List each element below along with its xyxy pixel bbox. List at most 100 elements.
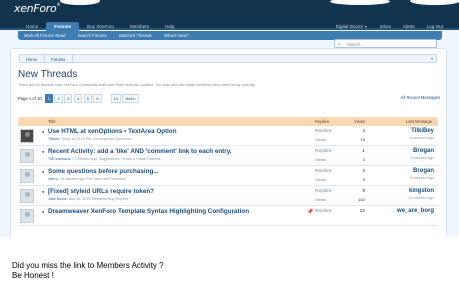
site-logo[interactable]: xenForo®: [14, 2, 60, 15]
unread-icon: ●: [42, 189, 45, 194]
views-label: Views:: [315, 157, 327, 162]
thread-title[interactable]: Use HTML at xenOptions • TextArea Option: [48, 128, 177, 135]
page-link[interactable]: 5: [83, 94, 92, 103]
page-link[interactable]: 3: [64, 94, 73, 103]
thread-title[interactable]: Dreamweaver XenForo Template Syntax High…: [48, 208, 249, 215]
last-post-time[interactable]: 11 minutes ago: [408, 196, 434, 200]
page-count-label: Page 1 of 10: [18, 96, 42, 101]
unread-icon: ●: [42, 209, 45, 214]
caption-line-2: Be Honest !: [12, 271, 54, 280]
thread-meta-detail: Nov 30, 2010, Resolved Bug Reports: [67, 197, 129, 201]
tab-buy-xenforo[interactable]: Buy XenForo: [79, 22, 122, 31]
avatar[interactable]: [20, 169, 34, 183]
replies-count: 15: [359, 209, 365, 214]
inbox-link[interactable]: Inbox: [374, 22, 397, 31]
thread-title[interactable]: [Fixed] styleid URLs require token?: [48, 188, 154, 195]
breadcrumb-menu-icon[interactable]: ▾: [431, 56, 433, 61]
views-label: Views:: [315, 137, 327, 142]
thread-author[interactable]: Tilkiber,: [48, 137, 60, 141]
logo-text: xenForo: [14, 2, 57, 15]
search-input[interactable]: ⌕ Search...: [334, 39, 437, 48]
thread-meta: TMCcadmans, 17 minutes ago, Suggestions:…: [48, 157, 160, 161]
last-message: Brogan 6 minutes ago: [410, 168, 434, 180]
tab-help[interactable]: Help: [157, 22, 182, 31]
unread-icon: ●: [42, 169, 45, 174]
page-link[interactable]: 6: [93, 94, 102, 103]
search-icon: ⌕: [338, 41, 341, 47]
replies-label: Replies:: [315, 129, 333, 134]
last-poster[interactable]: Brogan: [410, 168, 434, 174]
last-poster[interactable]: TilkiBey: [410, 128, 434, 134]
last-poster[interactable]: we_are_borg: [397, 208, 434, 214]
page-title: New Threads: [18, 69, 78, 80]
table-row: ● Dreamweaver XenForo Template Syntax Hi…: [18, 206, 438, 226]
page-link[interactable]: 1: [44, 94, 53, 103]
tab-members[interactable]: Members: [122, 22, 157, 31]
whats-new-link[interactable]: What's New?: [158, 31, 194, 38]
page-link[interactable]: 2: [54, 94, 63, 103]
last-post-time[interactable]: 3 minutes ago: [410, 156, 434, 160]
unread-icon: ●: [42, 149, 45, 154]
page-link[interactable]: 10: [110, 94, 121, 103]
replies-label: Replies:: [315, 149, 333, 154]
last-poster[interactable]: kingston: [408, 188, 434, 194]
next-page-button[interactable]: Next ›: [122, 94, 140, 103]
snow-decoration: [60, 0, 100, 5]
avatar[interactable]: [20, 129, 34, 143]
thread-author[interactable]: Sam's,: [48, 177, 59, 181]
thread-meta: Tilkiber, Today at 03:10 PM, Development…: [48, 137, 132, 141]
tab-forums[interactable]: Forums: [46, 22, 80, 31]
caption-line-1: Did you miss the link to Members Activit…: [12, 261, 164, 270]
views-label: Views:: [315, 197, 327, 202]
user-navigation: Digital Doctor▼ Inbox Alerts Log Out: [330, 22, 449, 31]
thread-meta: Jake Bunce, Nov 30, 2010, Resolved Bug R…: [48, 197, 128, 201]
last-post-time[interactable]: a moment ago: [410, 136, 434, 140]
replies-count: 9: [362, 189, 365, 194]
avatar[interactable]: [20, 189, 34, 203]
snow-decoration: [410, 0, 459, 5]
thread-title[interactable]: Some questions before purchasing...: [48, 168, 159, 175]
replies-count: 4: [362, 129, 365, 134]
replies-label: Replies:: [315, 189, 333, 194]
thread-author[interactable]: TMCcadmans,: [48, 157, 71, 161]
logout-link[interactable]: Log Out: [421, 22, 449, 31]
breadcrumb-home[interactable]: Home: [20, 55, 46, 62]
replies-label: Replies:: [315, 209, 333, 214]
search-forums-link[interactable]: Search Forums: [72, 31, 112, 38]
tab-home[interactable]: Home: [18, 22, 46, 31]
thread-title[interactable]: Recent Activity: add a 'like' AND 'comme…: [48, 148, 232, 155]
column-last-message[interactable]: Last Message: [406, 119, 432, 124]
pin-icon: 📌: [307, 209, 314, 215]
mark-forums-read-link[interactable]: Mark All Forums Read: [18, 31, 70, 38]
avatar[interactable]: [20, 209, 34, 223]
views-label: Views:: [315, 177, 327, 182]
table-row: ● Recent Activity: add a 'like' AND 'com…: [18, 146, 438, 166]
views-count: 15: [360, 137, 365, 142]
account-menu[interactable]: Digital Doctor▼: [330, 22, 374, 31]
logo-mark: ®: [56, 2, 61, 7]
thread-author[interactable]: Jake Bunce,: [48, 197, 68, 201]
main-content: Home Forums ▾ New Threads There are 44 t…: [10, 48, 447, 237]
column-title[interactable]: Title: [48, 119, 56, 124]
all-recent-messages-link[interactable]: All Recent Messages: [401, 95, 440, 100]
column-replies[interactable]: Replies: [315, 119, 329, 124]
caption: Did you miss the link to Members Activit…: [12, 261, 164, 281]
replies-label: Replies:: [315, 169, 333, 174]
page-description: There are 44 threads from XenForo Commun…: [18, 83, 256, 87]
column-views[interactable]: Views: [354, 119, 365, 124]
site-header: xenForo® Home Forums Buy XenForo Members…: [0, 0, 459, 31]
watched-threads-link[interactable]: Watched Threads: [113, 31, 157, 38]
unread-icon: ●: [42, 129, 45, 134]
breadcrumb-forums[interactable]: Forums: [45, 55, 74, 62]
last-message: Brogan 3 minutes ago: [410, 148, 434, 160]
last-post-time[interactable]: 6 minutes ago: [410, 176, 434, 180]
replies-count: 2: [362, 169, 365, 174]
table-row: ● Some questions before purchasing... Sa…: [18, 166, 438, 186]
page-link[interactable]: 4: [73, 94, 83, 103]
last-poster[interactable]: Brogan: [410, 148, 434, 154]
alerts-link[interactable]: Alerts: [397, 22, 421, 31]
search-placeholder: Search...: [347, 42, 364, 47]
last-message: TilkiBey a moment ago: [410, 128, 434, 140]
chevron-down-icon: ▼: [364, 25, 368, 29]
avatar[interactable]: [20, 149, 34, 163]
